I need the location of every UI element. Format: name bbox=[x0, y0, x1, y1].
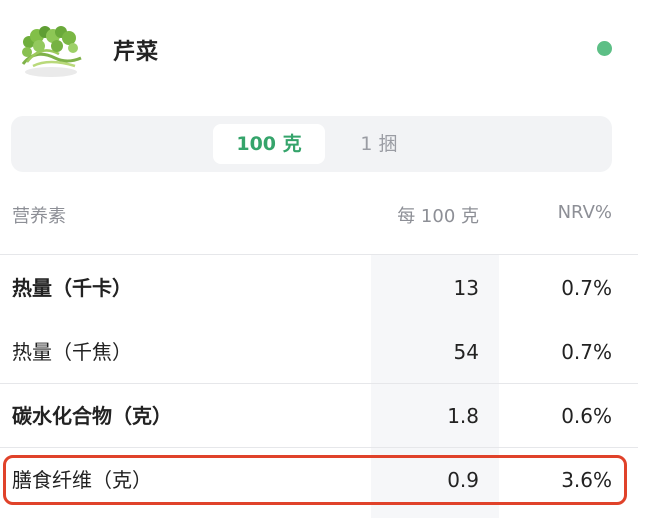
header-nutrient: 营养素 bbox=[12, 206, 66, 227]
nutrient-per100: 0.9 bbox=[447, 468, 479, 492]
header-divider bbox=[0, 254, 638, 255]
unit-selector: 100 克 1 捆 bbox=[11, 116, 612, 172]
nutrient-per100: 13 bbox=[453, 276, 479, 300]
table-row-highlighted: 膳食纤维（克） 0.9 3.6% bbox=[0, 448, 638, 512]
unit-option-100g[interactable]: 100 克 bbox=[213, 124, 325, 164]
table-row: 热量（千焦） 54 0.7% bbox=[0, 320, 638, 384]
table-row: 热量（千卡） 13 0.7% bbox=[0, 256, 638, 320]
celery-image bbox=[15, 18, 87, 80]
nutrient-nrv: 0.6% bbox=[561, 404, 612, 428]
celery-illustration bbox=[21, 26, 82, 77]
table-row: 碳水化合物（克） 1.8 0.6% bbox=[0, 384, 638, 448]
nutrient-name: 热量（千焦） bbox=[12, 340, 132, 364]
status-dot-icon bbox=[597, 41, 612, 56]
nutrient-per100: 1.8 bbox=[447, 404, 479, 428]
nutrient-nrv: 3.6% bbox=[561, 468, 612, 492]
unit-option-bundle[interactable]: 1 捆 bbox=[331, 124, 427, 164]
food-name: 芹菜 bbox=[113, 40, 160, 65]
nutrient-per100: 54 bbox=[453, 340, 479, 364]
food-header: 芹菜 bbox=[0, 0, 648, 100]
nutrient-name: 膳食纤维（克） bbox=[12, 468, 152, 492]
nutrient-nrv: 0.7% bbox=[561, 340, 612, 364]
nutrition-page: 芹菜 100 克 1 捆 营养素 每 100 克 NRV% 热量（千卡） 13 … bbox=[0, 0, 648, 518]
header-per100: 每 100 克 bbox=[397, 206, 479, 227]
header-nrv: NRV% bbox=[557, 202, 612, 223]
nutrient-name: 碳水化合物（克） bbox=[12, 404, 172, 428]
nutrient-name: 热量（千卡） bbox=[12, 276, 132, 300]
table-header: 营养素 每 100 克 NRV% bbox=[0, 188, 638, 254]
nutrient-nrv: 0.7% bbox=[561, 276, 612, 300]
